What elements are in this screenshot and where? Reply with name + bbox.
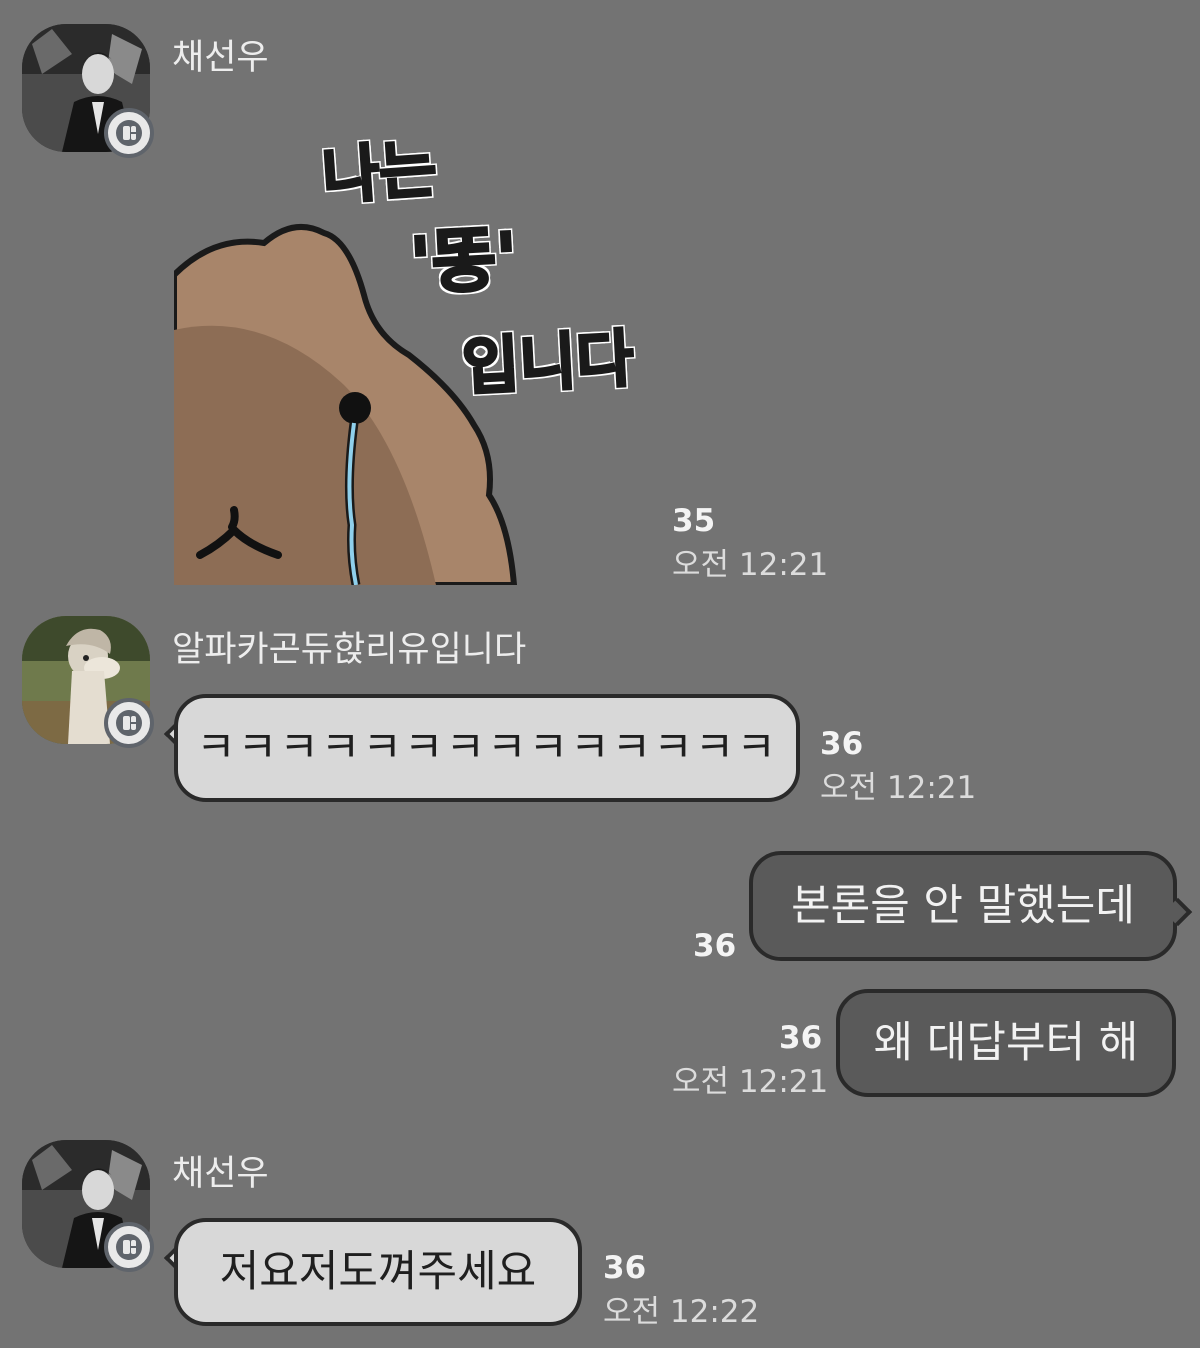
message-bubble[interactable]: 왜 대답부터 해 <box>836 989 1176 1097</box>
message-time: 오전 12:22 <box>603 1294 760 1330</box>
message-time: 오전 12:21 <box>672 547 829 583</box>
unread-count: 36 <box>693 928 737 964</box>
message-time: 오전 12:21 <box>820 770 977 806</box>
channel-badge-icon <box>104 1222 154 1272</box>
sender-name: 알파카곤듀핝리유입니다 <box>172 630 527 670</box>
message-bubble[interactable]: 본론을 안 말했는데 <box>749 851 1177 961</box>
sender-name: 채선우 <box>172 1154 269 1194</box>
channel-badge-icon <box>104 698 154 748</box>
sticker-text-line3: 입니다 <box>459 320 637 405</box>
sticker-text-line1: 나는 <box>318 131 440 215</box>
unread-count: 35 <box>672 503 716 539</box>
message-time: 오전 12:21 <box>672 1064 829 1100</box>
channel-badge-icon <box>104 108 154 158</box>
unread-count: 36 <box>779 1020 823 1056</box>
sender-name: 채선우 <box>172 38 269 78</box>
sticker-text-line2: '똥' <box>407 216 521 307</box>
unread-count: 36 <box>820 726 864 762</box>
message-bubble[interactable]: 저요저도껴주세요 <box>174 1218 582 1326</box>
unread-count: 36 <box>603 1250 647 1286</box>
message-bubble[interactable]: ㅋㅋㅋㅋㅋㅋㅋㅋㅋㅋㅋㅋㅋㅋ <box>174 694 800 802</box>
